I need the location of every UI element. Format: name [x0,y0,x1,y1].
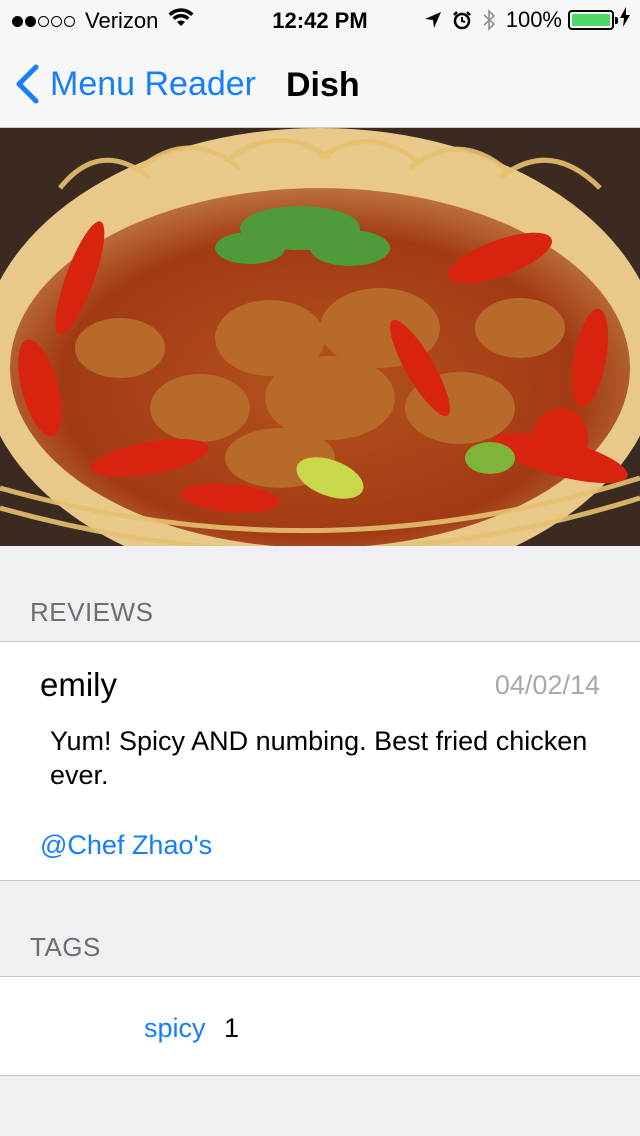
charging-bolt-icon [620,7,630,33]
review-cell[interactable]: emily 04/02/14 Yum! Spicy AND numbing. B… [0,641,640,881]
page-title: Dish [286,66,360,104]
navigation-bar: Menu Reader Dish [0,40,640,128]
status-right: 100% [414,7,630,33]
location-arrow-icon [424,11,442,29]
review-username: emily [40,666,118,703]
dish-photo [0,128,640,546]
tag-count: 1 [224,1013,240,1043]
reviews-header-label: REVIEWS [30,597,154,627]
tags-section-header: TAGS [0,881,640,977]
alarm-clock-icon [452,10,472,30]
status-bar: Verizon 12:42 PM 100% [0,0,640,40]
dish-screen: Verizon 12:42 PM 100% Menu Reader Dish R… [0,0,640,1136]
back-button[interactable]: Menu Reader [14,64,256,104]
bluetooth-icon [482,9,496,31]
review-date: 04/02/14 [494,670,600,700]
tag-link[interactable]: spicy [144,1013,206,1044]
restaurant-link[interactable]: @Chef Zhao's [40,830,212,861]
reviews-section-header: REVIEWS [0,546,640,642]
review-text: Yum! Spicy AND numbing. Best fried chick… [50,726,588,790]
tags-header-label: TAGS [30,932,101,962]
battery-percentage: 100% [505,7,562,32]
battery-icon [568,10,618,30]
tag-cell: spicy 1 [0,976,640,1076]
back-button-label: Menu Reader [50,64,257,103]
chevron-left-icon [14,64,40,104]
